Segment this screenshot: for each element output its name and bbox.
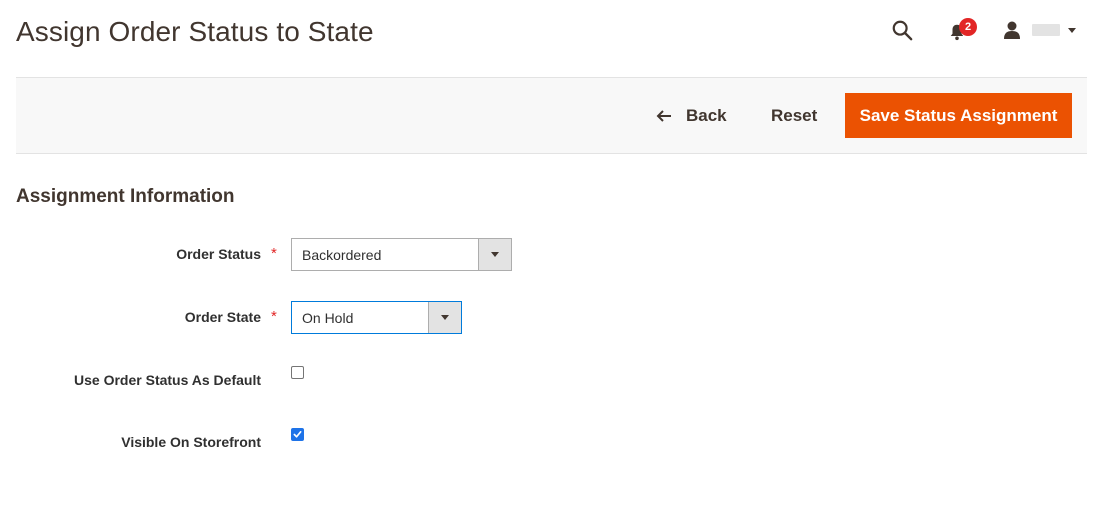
user-icon [1004,21,1020,39]
chevron-down-icon [1068,27,1076,33]
page-actions-toolbar: Back Reset Save Status Assignment [16,77,1087,154]
select-arrow [428,302,461,333]
header-actions: 2 [890,16,1076,44]
chevron-down-icon [491,252,499,257]
visible-on-storefront-label: Visible On Storefront [121,434,261,450]
page-title: Assign Order Status to State [16,16,374,47]
checkmark-icon [293,430,302,438]
search-icon [892,20,913,41]
notifications-button[interactable]: 2 [948,17,977,43]
user-account-menu[interactable] [1002,20,1076,40]
save-status-assignment-button[interactable]: Save Status Assignment [845,93,1072,138]
section-title: Assignment Information [16,186,235,207]
arrow-left-icon [656,109,671,122]
required-marker: * [271,245,277,262]
order-status-label: Order Status [176,246,261,262]
select-arrow [478,239,511,270]
notification-count-badge: 2 [959,18,977,36]
visible-on-storefront-checkbox[interactable] [291,428,304,441]
back-button-label: Back [686,105,727,125]
back-button[interactable]: Back [656,93,727,138]
order-status-select[interactable]: Backordered [291,238,512,271]
order-state-select[interactable]: On Hold [291,301,462,334]
order-state-label: Order State [184,309,261,325]
user-name-placeholder [1032,24,1060,36]
use-as-default-checkbox[interactable] [291,366,304,379]
order-status-value: Backordered [302,246,382,263]
use-as-default-label: Use Order Status As Default [74,372,261,388]
save-button-label: Save Status Assignment [859,105,1058,125]
reset-button-label: Reset [771,105,818,125]
reset-button[interactable]: Reset [771,93,817,138]
required-marker: * [271,308,277,325]
chevron-down-icon [441,315,449,320]
order-state-value: On Hold [302,309,354,326]
search-button[interactable] [890,17,916,43]
